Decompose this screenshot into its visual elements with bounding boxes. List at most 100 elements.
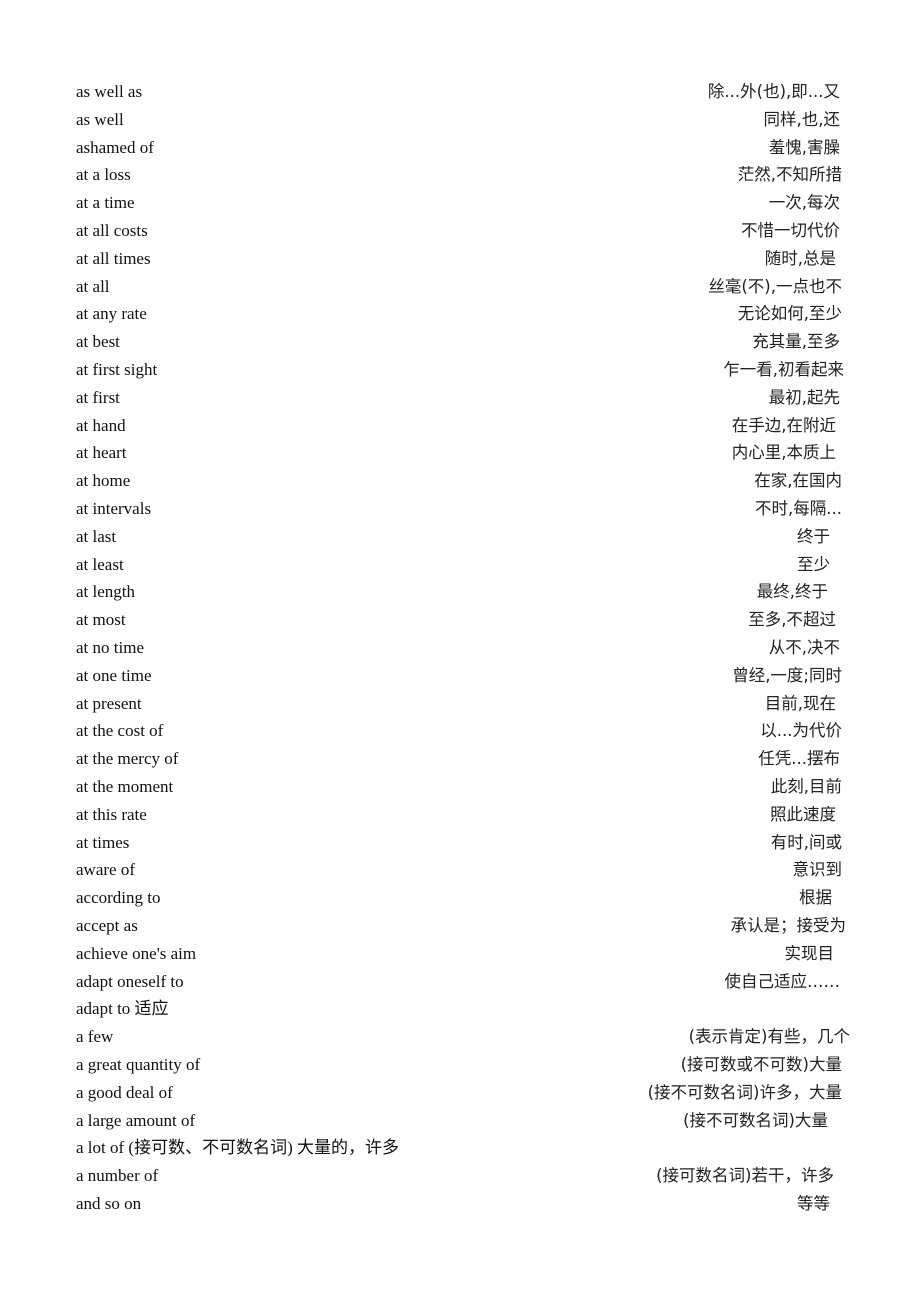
- phrase-meaning: 不时,每隔...: [755, 499, 842, 518]
- phrase-text: at this rate: [76, 804, 147, 824]
- phrase-text: accept as: [76, 916, 138, 935]
- phrase-text: at all costs: [76, 221, 148, 240]
- phrase-text: at intervals: [76, 499, 152, 518]
- phrase-text: adapt oneself to: [76, 971, 184, 991]
- phrase-text: at no time: [76, 638, 144, 657]
- phrase-entry: as well as 除...外(也),即...又: [76, 78, 856, 106]
- phrase-entry: at least 至少: [76, 551, 856, 579]
- phrase-meaning: 意识到: [792, 860, 843, 880]
- phrase-entry: at first 最初,起先: [76, 384, 856, 412]
- phrase-meaning: 乍一看,初看起来: [723, 360, 844, 379]
- phrase-text: at all times: [76, 248, 151, 268]
- phrase-text: at times: [76, 832, 130, 852]
- phrase-text: a lot of (接可数、不可数名词) 大量的，许多: [76, 1138, 399, 1158]
- phrase-entry: and so on 等等: [76, 1190, 856, 1218]
- phrase-entry: as well 同样,也,还: [76, 106, 856, 134]
- phrase-meaning: 茫然,不知所措: [737, 165, 842, 185]
- phrase-entry: at present 目前,现在: [76, 690, 856, 718]
- phrase-entry: at the moment 此刻,目前: [76, 773, 856, 801]
- phrase-meaning: 无论如何,至少: [737, 304, 842, 324]
- phrase-meaning: 从不,决不: [768, 638, 840, 657]
- phrase-entry: at the mercy of 任凭...摆布: [76, 745, 856, 773]
- phrase-entry: a few (表示肯定)有些，几个: [76, 1023, 856, 1051]
- phrase-entry: a good deal of (接不可数名词)许多，大量: [76, 1079, 856, 1107]
- phrase-meaning: (接可数或不可数)大量: [680, 1055, 842, 1074]
- phrase-entry: at most 至多,不超过: [76, 606, 856, 634]
- phrase-meaning: 内心里,本质上: [731, 443, 836, 463]
- phrase-entry: at all times 随时,总是: [76, 245, 856, 273]
- phrase-entry: at first sight 乍一看,初看起来: [76, 356, 856, 384]
- phrase-text: a large amount of: [76, 1110, 196, 1130]
- phrase-entry: at times 有时,间或: [76, 829, 856, 857]
- phrase-meaning: (接可数名词)若干，许多: [656, 1166, 834, 1186]
- phrase-meaning: 至多,不超过: [748, 610, 836, 630]
- phrase-entry: at a time 一次,每次: [76, 189, 856, 217]
- phrase-entry: ashamed of 羞愧,害臊: [76, 134, 856, 162]
- phrase-text: at any rate: [76, 304, 147, 324]
- phrase-meaning: 此刻,目前: [770, 777, 842, 796]
- phrase-meaning: 使自己适应……: [724, 971, 841, 991]
- phrase-meaning: 最初,起先: [768, 387, 840, 407]
- phrase-entry: a large amount of (接不可数名词)大量: [76, 1107, 856, 1135]
- phrase-entry: according to 根据: [76, 884, 856, 912]
- phrase-text: at all: [76, 276, 110, 296]
- phrase-meaning: 任凭...摆布: [758, 749, 840, 769]
- phrase-meaning: (接不可数名词)大量: [683, 1110, 828, 1130]
- phrase-entry: at all costs 不惜一切代价: [76, 217, 856, 245]
- phrase-entry: at best 充其量,至多: [76, 328, 856, 356]
- phrase-entry: at intervals 不时,每隔...: [76, 495, 856, 523]
- phrase-meaning: 曾经,一度;同时: [732, 665, 842, 685]
- phrase-text: at hand: [76, 415, 126, 435]
- phrase-meaning: 羞愧,害臊: [768, 137, 840, 157]
- phrase-text: at most: [76, 610, 126, 630]
- phrase-entry: at length 最终,终于: [76, 578, 856, 606]
- phrase-text: a good deal of: [76, 1082, 173, 1102]
- phrase-text: at home: [76, 471, 131, 491]
- document-page: as well as 除...外(也),即...又 as well 同样,也,还 ash…: [0, 0, 920, 1300]
- phrase-text: at a loss: [76, 165, 131, 185]
- phrase-meaning: 根据: [799, 888, 832, 908]
- phrase-entry: at heart 内心里,本质上: [76, 439, 856, 467]
- phrase-meaning: 有时,间或: [770, 832, 842, 852]
- phrase-entry: at no time 从不,决不: [76, 634, 856, 662]
- phrase-entry: a lot of (接可数、不可数名词) 大量的，许多: [76, 1134, 856, 1162]
- phrase-meaning: 同样,也,还: [763, 109, 841, 129]
- phrase-text: achieve one's aim: [76, 943, 197, 963]
- phrase-entry: at last 终于: [76, 523, 856, 551]
- phrase-text: as well as: [76, 82, 143, 101]
- phrase-entry: adapt to 适应: [76, 995, 856, 1023]
- phrase-text: a great quantity of: [76, 1055, 201, 1074]
- phrase-entry: at hand 在手边,在附近: [76, 412, 856, 440]
- phrase-entry: accept as 承认是；接受为: [76, 912, 856, 940]
- phrase-text: at present: [76, 693, 142, 713]
- phrase-text: at first sight: [76, 360, 158, 379]
- phrase-text: at best: [76, 332, 120, 352]
- phrase-meaning: 一次,每次: [768, 193, 840, 213]
- phrase-text: at the cost of: [76, 721, 164, 741]
- phrase-meaning: 承认是；接受为: [730, 916, 847, 935]
- phrase-meaning: 实现目: [784, 943, 835, 963]
- phrase-meaning: (接不可数名词)许多，大量: [647, 1082, 842, 1102]
- phrase-meaning: 除...外(也),即...又: [707, 82, 840, 101]
- phrase-text: at one time: [76, 665, 152, 685]
- phrase-entry: at home 在家,在国内: [76, 467, 856, 495]
- phrase-entry: at one time 曾经,一度;同时: [76, 662, 856, 690]
- phrase-entry: a great quantity of (接可数或不可数)大量: [76, 1051, 856, 1079]
- phrase-text: at first: [76, 387, 120, 407]
- phrase-meaning: 终于: [797, 526, 830, 546]
- phrase-text: as well: [76, 109, 124, 129]
- phrase-meaning: (表示肯定)有些，几个: [688, 1027, 850, 1047]
- phrase-text: at heart: [76, 443, 127, 463]
- phrase-text: a number of: [76, 1166, 159, 1186]
- phrase-text: at length: [76, 582, 136, 602]
- phrase-meaning: 丝毫(不),一点也不: [708, 276, 842, 296]
- phrase-text: at least: [76, 554, 124, 574]
- phrase-text: and so on: [76, 1194, 142, 1213]
- phrase-text: a few: [76, 1027, 114, 1047]
- phrase-entry: a number of (接可数名词)若干，许多: [76, 1162, 856, 1190]
- phrase-text: adapt to 适应: [76, 999, 169, 1019]
- phrase-meaning: 以...为代价: [760, 721, 842, 741]
- phrase-entry: at a loss 茫然,不知所措: [76, 161, 856, 189]
- phrase-text: at the mercy of: [76, 749, 179, 769]
- phrase-meaning: 最终,终于: [756, 582, 828, 602]
